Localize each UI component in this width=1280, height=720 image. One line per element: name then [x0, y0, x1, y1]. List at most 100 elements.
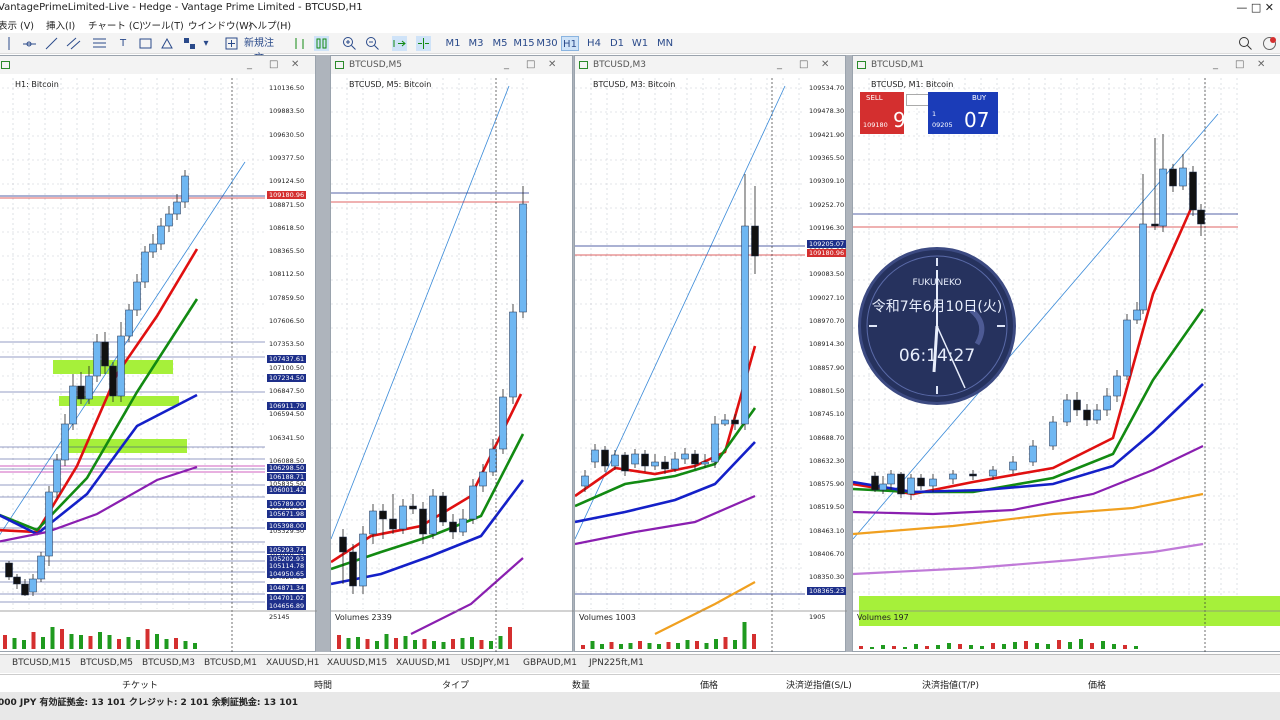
- new-order-button[interactable]: 新規注文: [240, 36, 278, 64]
- price-tick-label: 109252.70: [809, 200, 845, 209]
- candle-body: [887, 473, 895, 485]
- menu-window[interactable]: ウインドウ(W): [188, 18, 252, 32]
- timeframe-m3[interactable]: M3: [467, 36, 485, 51]
- trendline-icon[interactable]: [44, 36, 59, 51]
- horizontal-line-icon[interactable]: [22, 36, 37, 51]
- volume-bar: [870, 647, 874, 649]
- shapes-icon[interactable]: [160, 36, 175, 51]
- autoscroll-icon[interactable]: [392, 36, 407, 51]
- maximize-icon[interactable]: □: [799, 56, 808, 74]
- volume-bar: [892, 646, 896, 649]
- chart-type-candle-icon[interactable]: [314, 36, 329, 51]
- rectangle-icon[interactable]: [138, 36, 153, 51]
- channel-icon[interactable]: [66, 36, 81, 51]
- candle-body: [479, 471, 487, 487]
- close-icon[interactable]: ✕: [291, 56, 299, 74]
- col-time[interactable]: 時間: [314, 678, 332, 691]
- col-take-profit[interactable]: 決済指値(T/P): [922, 678, 979, 691]
- timeframe-m15[interactable]: M15: [513, 36, 535, 51]
- timeframe-mn[interactable]: MN: [655, 36, 675, 51]
- vertical-line-icon[interactable]: [2, 36, 17, 51]
- price-tick-label: 107859.50: [269, 293, 305, 302]
- tab-xauusd-m1[interactable]: XAUUSD,M1: [396, 658, 451, 668]
- price-chart-svg: [331, 78, 574, 653]
- price-tick-label: 108365.50: [269, 247, 305, 256]
- volume-bar: [1024, 641, 1028, 649]
- fibonacci-icon[interactable]: [92, 36, 107, 51]
- chart-shift-icon[interactable]: [416, 36, 431, 51]
- chart-type-bar-icon[interactable]: [292, 36, 307, 51]
- chart-window-m5[interactable]: BTCUSD,M5 _ □ ✕ BTCUSD, M5: Bitcoin Volumes 2…: [330, 55, 574, 667]
- menu-tools[interactable]: ツール(T): [142, 18, 184, 32]
- maximize-icon[interactable]: □: [1235, 56, 1244, 74]
- text-tool-icon[interactable]: T: [116, 36, 130, 51]
- new-order-icon[interactable]: [224, 36, 239, 51]
- menu-insert[interactable]: 挿入(I): [46, 18, 75, 32]
- close-icon[interactable]: ✕: [821, 56, 829, 74]
- col-volume[interactable]: 数量: [572, 678, 590, 691]
- candle-body: [133, 281, 141, 311]
- minimize-icon[interactable]: _: [247, 56, 252, 74]
- tab-btcusd-m15[interactable]: BTCUSD,M15: [12, 658, 71, 668]
- tab-btcusd-m5[interactable]: BTCUSD,M5: [80, 658, 133, 668]
- clock-face-icon: [866, 255, 1008, 397]
- tab-btcusd-m3[interactable]: BTCUSD,M3: [142, 658, 195, 668]
- tab-xauusd-h1[interactable]: XAUUSD,H1: [266, 658, 320, 668]
- volume-bar: [628, 643, 633, 649]
- menu-view[interactable]: 表示 (V): [0, 18, 34, 32]
- tab-usdjpy-m1[interactable]: USDJPY,M1: [461, 658, 510, 668]
- tab-xauusd-m15[interactable]: XAUUSD,M15: [327, 658, 387, 668]
- volume-bar: [657, 644, 661, 649]
- zoom-out-icon[interactable]: [365, 36, 380, 51]
- volume-bar: [365, 639, 370, 649]
- chevron-down-icon[interactable]: ▾: [202, 36, 210, 51]
- timeframe-h1[interactable]: H1: [561, 36, 579, 51]
- candle-body: [1123, 319, 1131, 377]
- timeframe-h4[interactable]: H4: [585, 36, 603, 51]
- timeframe-w1[interactable]: W1: [631, 36, 649, 51]
- timeframe-m1[interactable]: M1: [444, 36, 462, 51]
- timeframe-d1[interactable]: D1: [608, 36, 626, 51]
- chart-window-h1[interactable]: _ □ ✕ H1: Bitcoin 25145 110136.50 109883.50 109…: [0, 55, 317, 667]
- chart-window-m3[interactable]: BTCUSD,M3 _ □ ✕ BTCUSD, M3: Bitcoin Volumes 1…: [574, 55, 847, 667]
- timeframe-m30[interactable]: M30: [536, 36, 558, 51]
- moving-average-line: [410, 557, 524, 635]
- col-current-price[interactable]: 価格: [1088, 678, 1106, 691]
- minimize-icon[interactable]: _: [1213, 56, 1218, 74]
- maximize-icon[interactable]: □: [526, 56, 535, 74]
- price-tick-label: 109083.50: [809, 270, 845, 279]
- col-ticket[interactable]: チケット: [122, 678, 158, 691]
- volume-bar: [31, 632, 36, 649]
- tab-gbpaud-m1[interactable]: GBPAUD,M1: [523, 658, 577, 668]
- tab-btcusd-m1[interactable]: BTCUSD,M1: [204, 658, 257, 668]
- price-label: 105671.98: [267, 510, 307, 518]
- close-icon[interactable]: ✕: [548, 56, 556, 74]
- col-stop-loss[interactable]: 決済逆指値(S/L): [786, 678, 852, 691]
- volume-bar: [79, 635, 83, 649]
- menu-chart[interactable]: チャート (C): [88, 18, 143, 32]
- col-price[interactable]: 価格: [700, 678, 718, 691]
- minimize-icon[interactable]: _: [777, 56, 782, 74]
- notifications-icon[interactable]: [1262, 36, 1277, 51]
- chart-icon: [857, 61, 866, 69]
- search-icon[interactable]: [1238, 36, 1253, 51]
- col-type[interactable]: タイプ: [442, 678, 469, 691]
- timeframe-m5[interactable]: M5: [491, 36, 509, 51]
- minimize-icon[interactable]: _: [504, 56, 509, 74]
- zoom-in-icon[interactable]: [342, 36, 357, 51]
- volume-bar: [991, 643, 995, 649]
- menu-help[interactable]: ヘルプ(H): [248, 18, 291, 32]
- maximize-icon[interactable]: □: [269, 56, 278, 74]
- candle-body: [691, 453, 699, 465]
- volume-bar: [925, 646, 929, 649]
- sell-button[interactable]: SELL 109180 96: [860, 92, 918, 134]
- drawing-tools-icon[interactable]: [182, 36, 197, 51]
- window-controls[interactable]: — □ ✕: [1236, 0, 1274, 16]
- buy-button[interactable]: BUY 1 09205 07: [928, 92, 998, 134]
- candle-body: [879, 483, 887, 491]
- volume-bar: [356, 637, 360, 649]
- volume-bar: [947, 643, 951, 649]
- tab-jpn225ft-m1[interactable]: JPN225ft,M1: [589, 658, 644, 668]
- price-tick-label: 106847.50: [269, 386, 305, 395]
- close-icon[interactable]: ✕: [1257, 56, 1265, 74]
